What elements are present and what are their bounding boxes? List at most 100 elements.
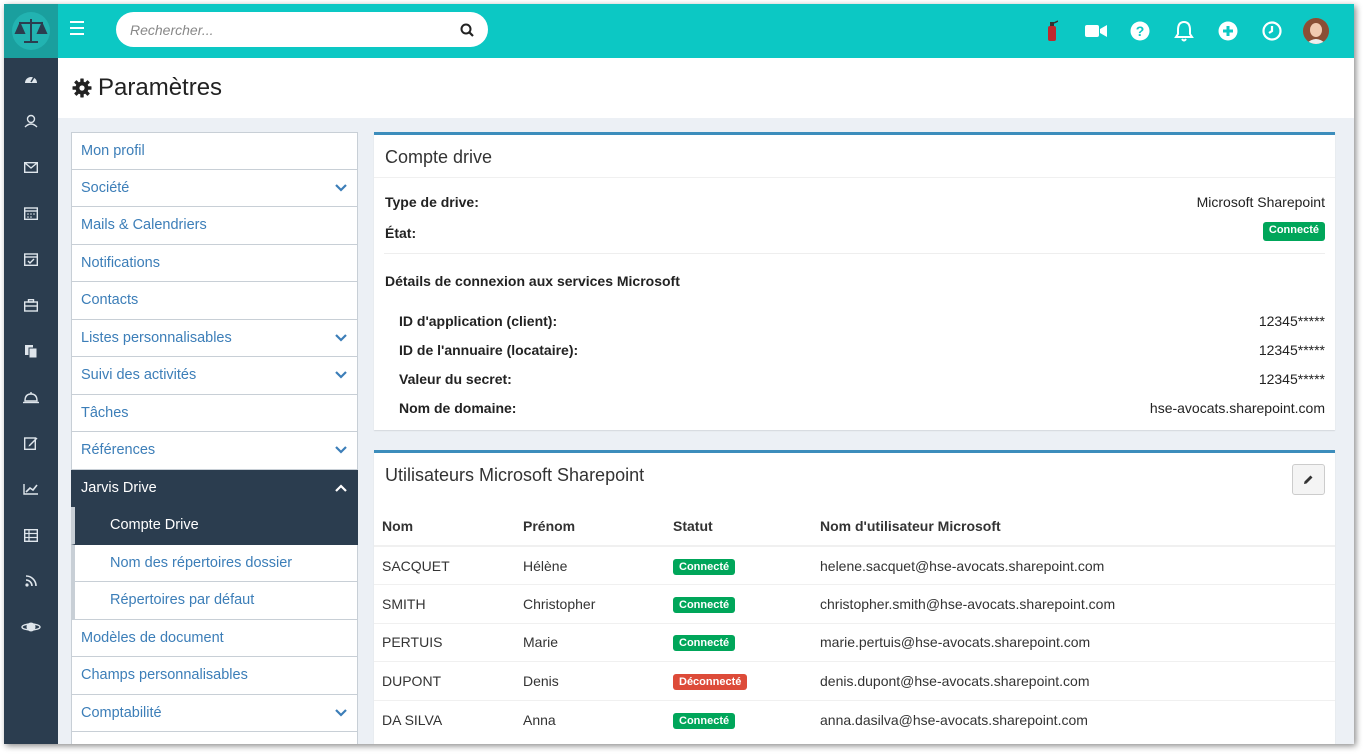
sidebar-item-notes[interactable] bbox=[4, 420, 58, 466]
status-badge: Déconnecté bbox=[673, 673, 748, 690]
sidebar-item-calendar[interactable] bbox=[4, 190, 58, 236]
menu-item-contacts[interactable]: Contacts bbox=[71, 282, 358, 320]
top-icons: ? bbox=[1030, 4, 1338, 58]
dashboard-icon bbox=[25, 76, 37, 83]
column-header-prenom[interactable]: Prénom bbox=[515, 507, 665, 547]
table-row[interactable]: SACQUET Hélène Connecté helene.sacquet@h… bbox=[374, 545, 1335, 585]
app-id-row: ID d'application (client): 12345***** bbox=[374, 313, 1335, 329]
rss-icon bbox=[25, 575, 37, 587]
table-row[interactable]: DA SILVA Anna Connecté anna.dasilva@hse-… bbox=[374, 699, 1335, 739]
pencil-icon bbox=[1304, 475, 1313, 484]
table-icon bbox=[24, 528, 38, 542]
sidebar-item-contacts[interactable] bbox=[4, 98, 58, 144]
drive-panel-title: Compte drive bbox=[385, 147, 493, 167]
menu-item-activity-tracking[interactable]: Suivi des activités bbox=[71, 357, 358, 395]
menu-item-custom-fields[interactable]: Champs personnalisables bbox=[71, 657, 358, 695]
menu-item-notifications[interactable]: Notifications bbox=[71, 244, 358, 282]
menu-item-profile[interactable]: Mon profil bbox=[71, 132, 358, 170]
user-menu-button[interactable] bbox=[1294, 4, 1338, 58]
cell-nom: DUPONT bbox=[374, 661, 515, 700]
sidebar-item-stats[interactable] bbox=[4, 466, 58, 512]
menu-item-accounting[interactable]: Comptabilité bbox=[71, 694, 358, 732]
planet-icon bbox=[21, 622, 41, 632]
search-input[interactable] bbox=[130, 21, 460, 38]
cell-statut: Connecté bbox=[665, 584, 812, 623]
status-badge: Connecté bbox=[1262, 222, 1325, 241]
column-header-statut[interactable]: Statut bbox=[665, 507, 812, 547]
column-header-microsoft-username[interactable]: Nom d'utilisateur Microsoft bbox=[812, 507, 1335, 547]
gear-icon bbox=[72, 78, 92, 98]
column-header-nom[interactable]: Nom bbox=[374, 507, 515, 547]
menu-item-drive-account[interactable]: Compte Drive bbox=[71, 507, 358, 545]
cell-prenom: Hélène bbox=[515, 545, 665, 585]
status-badge: Connecté bbox=[673, 558, 736, 575]
cell-email: denis.dupont@hse-avocats.sharepoint.com bbox=[812, 661, 1335, 700]
table-row[interactable]: SMITH Christopher Connecté christopher.s… bbox=[374, 584, 1335, 623]
cell-nom: SMITH bbox=[374, 584, 515, 623]
mail-icon bbox=[24, 161, 38, 173]
sidebar-item-tables[interactable] bbox=[4, 512, 58, 558]
documents-icon bbox=[25, 345, 38, 358]
chevron-down-icon bbox=[335, 183, 347, 192]
sidebar-item-feeds[interactable] bbox=[4, 558, 58, 604]
menu-item-company[interactable]: Société bbox=[71, 169, 358, 207]
chevron-up-icon bbox=[335, 484, 347, 492]
table-row[interactable]: PERTUIS Marie Connecté marie.pertuis@hse… bbox=[374, 622, 1335, 662]
notifications-button[interactable] bbox=[1162, 4, 1206, 58]
chevron-down-icon bbox=[335, 333, 347, 342]
menu-item-mails-calendars[interactable]: Mails & Calendriers bbox=[71, 207, 358, 245]
menu-item-default-folders[interactable]: Répertoires par défaut bbox=[71, 582, 358, 620]
bell-service-icon bbox=[23, 391, 39, 403]
page-header: Paramètres bbox=[58, 58, 1354, 118]
cell-email: christopher.smith@hse-avocats.sharepoint… bbox=[812, 584, 1335, 623]
search-icon[interactable] bbox=[460, 23, 474, 37]
fire-extinguisher-button[interactable] bbox=[1030, 4, 1074, 58]
add-button[interactable] bbox=[1206, 4, 1250, 58]
bell-icon bbox=[1174, 20, 1194, 42]
video-icon bbox=[1085, 25, 1107, 37]
sidebar-item-agenda[interactable] bbox=[4, 236, 58, 282]
menu-toggle-button[interactable] bbox=[70, 21, 84, 35]
menu-item-folder-names[interactable]: Nom des répertoires dossier bbox=[71, 544, 358, 582]
sidebar-item-services[interactable] bbox=[4, 374, 58, 420]
drive-state-label: État: bbox=[385, 225, 417, 241]
cell-email: anna.dasilva@hse-avocats.sharepoint.com bbox=[812, 699, 1335, 739]
help-button[interactable]: ? bbox=[1118, 4, 1162, 58]
menu-item-custom-lists[interactable]: Listes personnalisables bbox=[71, 319, 358, 357]
menu-item-references[interactable]: Références bbox=[71, 432, 358, 470]
drive-account-panel: Compte drive Type de drive: Microsoft Sh… bbox=[374, 132, 1335, 430]
cell-nom: SACQUET bbox=[374, 545, 515, 585]
avatar bbox=[1303, 18, 1329, 44]
cell-statut: Connecté bbox=[665, 699, 812, 739]
clock-icon bbox=[1262, 21, 1282, 41]
chevron-down-icon bbox=[335, 371, 347, 379]
cell-statut: Connecté bbox=[665, 622, 812, 662]
table-row[interactable]: DUPONT Denis Déconnecté denis.dupont@hse… bbox=[374, 661, 1335, 700]
tenant-id-label: ID de l'annuaire (locataire): bbox=[399, 342, 579, 358]
drive-type-value: Microsoft Sharepoint bbox=[1196, 194, 1325, 210]
edit-button[interactable] bbox=[1292, 464, 1325, 495]
drive-type-row: Type de drive: Microsoft Sharepoint bbox=[374, 194, 1335, 210]
sidebar-item-documents[interactable] bbox=[4, 328, 58, 374]
cell-prenom: Christopher bbox=[515, 584, 665, 623]
video-button[interactable] bbox=[1074, 4, 1118, 58]
menu-item-tasks[interactable]: Tâches bbox=[71, 394, 358, 432]
history-button[interactable] bbox=[1250, 4, 1294, 58]
cell-nom: PERTUIS bbox=[374, 622, 515, 662]
cell-prenom: Marie bbox=[515, 622, 665, 662]
drive-type-label: Type de drive: bbox=[385, 194, 479, 210]
status-badge: Connecté bbox=[673, 596, 736, 613]
sidebar-item-mail[interactable] bbox=[4, 144, 58, 190]
menu-item-more[interactable] bbox=[71, 732, 358, 744]
menu-item-document-templates[interactable]: Modèles de document bbox=[71, 619, 358, 657]
menu-item-jarvis-drive[interactable]: Jarvis Drive bbox=[71, 469, 358, 507]
sidebar-item-cases[interactable] bbox=[4, 282, 58, 328]
settings-menu: Mon profil Société Mails & Calendriers N… bbox=[71, 132, 358, 744]
cell-email: marie.pertuis@hse-avocats.sharepoint.com bbox=[812, 622, 1335, 662]
cell-nom: DA SILVA bbox=[374, 699, 515, 739]
sidebar-item-dashboard[interactable] bbox=[4, 58, 58, 98]
svg-text:?: ? bbox=[1136, 23, 1145, 39]
sidebar-item-integrations[interactable] bbox=[4, 604, 58, 650]
app-logo[interactable] bbox=[4, 4, 58, 58]
domain-row: Nom de domaine: hse-avocats.sharepoint.c… bbox=[374, 400, 1335, 416]
